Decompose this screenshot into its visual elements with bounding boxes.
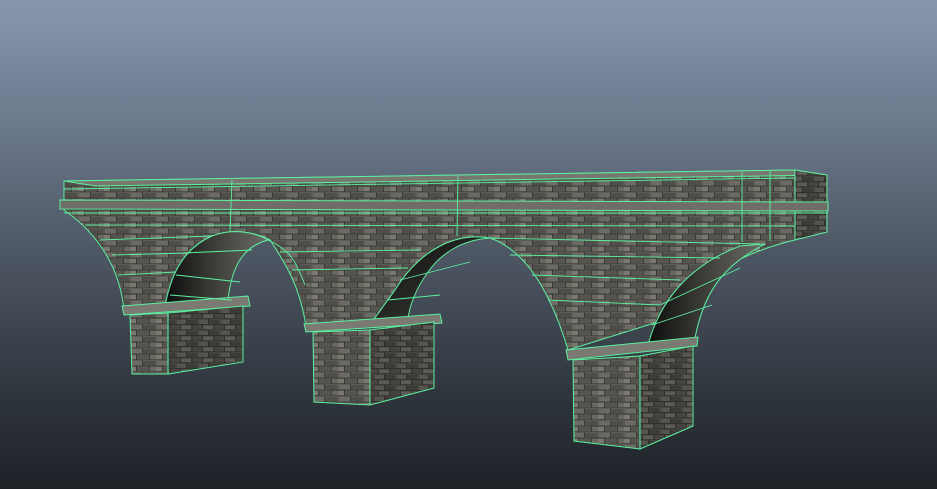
pier-1-front bbox=[129, 312, 169, 375]
pier-3-side bbox=[639, 345, 694, 450]
pier-2-side bbox=[369, 321, 435, 406]
bridge-model[interactable] bbox=[0, 0, 937, 489]
pier-1-side bbox=[167, 305, 244, 375]
pier-2-front bbox=[312, 329, 371, 406]
bridge-cornice bbox=[59, 199, 829, 212]
pier-3-front bbox=[572, 355, 641, 450]
3d-viewport[interactable] bbox=[0, 0, 937, 489]
